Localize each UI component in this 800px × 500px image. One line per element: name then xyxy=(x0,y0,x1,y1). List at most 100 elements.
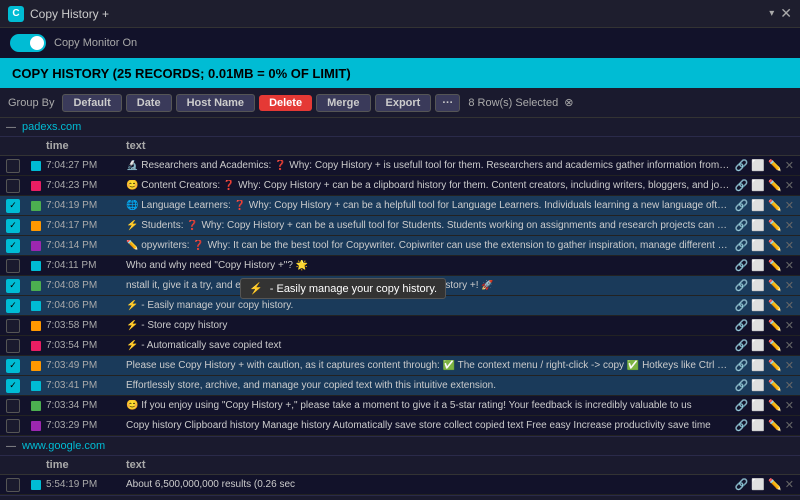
delete-icon[interactable]: ✕ xyxy=(785,219,794,232)
row-checkbox[interactable] xyxy=(6,299,20,313)
delete-icon[interactable]: ✕ xyxy=(785,319,794,332)
link-icon[interactable]: 🔗 xyxy=(735,279,749,292)
edit-icon[interactable]: ✏️ xyxy=(768,179,782,192)
btn-merge[interactable]: Merge xyxy=(316,94,370,112)
delete-icon[interactable]: ✕ xyxy=(785,339,794,352)
site-group-toggle[interactable]: — xyxy=(6,122,16,133)
copy-icon[interactable]: ⬜ xyxy=(751,159,765,172)
link-icon[interactable]: 🔗 xyxy=(735,239,749,252)
copy-icon[interactable]: ⬜ xyxy=(751,319,765,332)
row-checkbox[interactable] xyxy=(6,239,20,253)
copy-monitor-toggle[interactable] xyxy=(10,34,46,52)
copy-icon[interactable]: ⬜ xyxy=(751,199,765,212)
table-row[interactable]: 7:03:58 PM ⚡ - Store copy history 🔗 ⬜ ✏️… xyxy=(0,316,800,336)
table-row[interactable]: 7:04:27 PM 🔬 Researchers and Academics: … xyxy=(0,156,800,176)
row-checkbox[interactable] xyxy=(6,359,20,373)
delete-icon[interactable]: ✕ xyxy=(785,239,794,252)
link-icon[interactable]: 🔗 xyxy=(735,379,749,392)
copy-icon[interactable]: ⬜ xyxy=(751,239,765,252)
rows-selected-close[interactable]: ⊗ xyxy=(564,96,573,109)
table-row[interactable]: 7:03:29 PM Copy history Clipboard histor… xyxy=(0,416,800,436)
link-icon[interactable]: 🔗 xyxy=(735,319,749,332)
link-icon[interactable]: 🔗 xyxy=(735,199,749,212)
delete-icon[interactable]: ✕ xyxy=(785,159,794,172)
row-checkbox[interactable] xyxy=(6,159,20,173)
copy-icon[interactable]: ⬜ xyxy=(751,379,765,392)
row-checkbox[interactable] xyxy=(6,179,20,193)
table-row[interactable]: 7:03:41 PM Effortlessly store, archive, … xyxy=(0,376,800,396)
table-row[interactable]: 7:03:49 PM Please use Copy History + wit… xyxy=(0,356,800,376)
site-group-link-padexa[interactable]: padexs.com xyxy=(22,121,81,133)
table-row[interactable]: 7:04:17 PM ⚡ Students: ❓ Why: Copy Histo… xyxy=(0,216,800,236)
edit-icon[interactable]: ✏️ xyxy=(768,359,782,372)
row-checkbox[interactable] xyxy=(6,219,20,233)
delete-icon[interactable]: ✕ xyxy=(785,259,794,272)
title-dropdown-button[interactable]: ▾ xyxy=(769,8,774,19)
copy-icon[interactable]: ⬜ xyxy=(751,419,765,432)
copy-icon[interactable]: ⬜ xyxy=(751,399,765,412)
delete-icon[interactable]: ✕ xyxy=(785,279,794,292)
copy-icon[interactable]: ⬜ xyxy=(751,339,765,352)
btn-default[interactable]: Default xyxy=(62,94,121,112)
btn-more[interactable]: ··· xyxy=(435,94,460,112)
link-icon[interactable]: 🔗 xyxy=(735,359,749,372)
table-row[interactable]: 7:04:23 PM 😊 Content Creators: ❓ Why: Co… xyxy=(0,176,800,196)
btn-host-name[interactable]: Host Name xyxy=(176,94,255,112)
link-icon[interactable]: 🔗 xyxy=(735,299,749,312)
copy-icon[interactable]: ⬜ xyxy=(751,279,765,292)
edit-icon[interactable]: ✏️ xyxy=(768,159,782,172)
edit-icon[interactable]: ✏️ xyxy=(768,379,782,392)
delete-icon[interactable]: ✕ xyxy=(785,179,794,192)
link-icon[interactable]: 🔗 xyxy=(735,419,749,432)
edit-icon[interactable]: ✏️ xyxy=(768,219,782,232)
copy-icon[interactable]: ⬜ xyxy=(751,179,765,192)
link-icon[interactable]: 🔗 xyxy=(735,259,749,272)
link-icon[interactable]: 🔗 xyxy=(735,478,749,491)
copy-icon[interactable]: ⬜ xyxy=(751,259,765,272)
edit-icon[interactable]: ✏️ xyxy=(768,319,782,332)
delete-icon[interactable]: ✕ xyxy=(785,299,794,312)
edit-icon[interactable]: ✏️ xyxy=(768,299,782,312)
site-group-link-google[interactable]: www.google.com xyxy=(22,440,105,452)
edit-icon[interactable]: ✏️ xyxy=(768,399,782,412)
row-checkbox[interactable] xyxy=(6,478,20,492)
edit-icon[interactable]: ✏️ xyxy=(768,478,782,491)
copy-icon[interactable]: ⬜ xyxy=(751,299,765,312)
row-checkbox[interactable] xyxy=(6,199,20,213)
row-checkbox[interactable] xyxy=(6,339,20,353)
delete-icon[interactable]: ✕ xyxy=(785,379,794,392)
btn-date[interactable]: Date xyxy=(126,94,172,112)
btn-export[interactable]: Export xyxy=(375,94,432,112)
link-icon[interactable]: 🔗 xyxy=(735,159,749,172)
btn-delete[interactable]: Delete xyxy=(259,95,312,111)
edit-icon[interactable]: ✏️ xyxy=(768,239,782,252)
link-icon[interactable]: 🔗 xyxy=(735,339,749,352)
row-checkbox[interactable] xyxy=(6,319,20,333)
link-icon[interactable]: 🔗 xyxy=(735,399,749,412)
row-checkbox[interactable] xyxy=(6,379,20,393)
delete-icon[interactable]: ✕ xyxy=(785,478,794,491)
table-row[interactable]: 7:04:14 PM ✏️ opywriters: ❓ Why: It can … xyxy=(0,236,800,256)
row-checkbox[interactable] xyxy=(6,259,20,273)
table-row[interactable]: 7:04:19 PM 🌐 Language Learners: ❓ Why: C… xyxy=(0,196,800,216)
edit-icon[interactable]: ✏️ xyxy=(768,199,782,212)
row-checkbox[interactable] xyxy=(6,419,20,433)
delete-icon[interactable]: ✕ xyxy=(785,419,794,432)
link-icon[interactable]: 🔗 xyxy=(735,179,749,192)
delete-icon[interactable]: ✕ xyxy=(785,399,794,412)
table-row[interactable]: 7:04:06 PM ⚡ - Easily manage your copy h… xyxy=(0,296,800,316)
edit-icon[interactable]: ✏️ xyxy=(768,279,782,292)
table-row[interactable]: 5:54:19 PM About 6,500,000,000 results (… xyxy=(0,475,800,495)
edit-icon[interactable]: ✏️ xyxy=(768,339,782,352)
row-checkbox[interactable] xyxy=(6,399,20,413)
table-row[interactable]: 7:04:11 PM Who and why need "Copy Histor… xyxy=(0,256,800,276)
delete-icon[interactable]: ✕ xyxy=(785,359,794,372)
edit-icon[interactable]: ✏️ xyxy=(768,259,782,272)
window-close-button[interactable]: ✕ xyxy=(780,5,792,22)
site-group-toggle-google[interactable]: — xyxy=(6,441,16,452)
delete-icon[interactable]: ✕ xyxy=(785,199,794,212)
edit-icon[interactable]: ✏️ xyxy=(768,419,782,432)
link-icon[interactable]: 🔗 xyxy=(735,219,749,232)
copy-icon[interactable]: ⬜ xyxy=(751,359,765,372)
table-row[interactable]: 7:03:54 PM ⚡ - Automatically save copied… xyxy=(0,336,800,356)
